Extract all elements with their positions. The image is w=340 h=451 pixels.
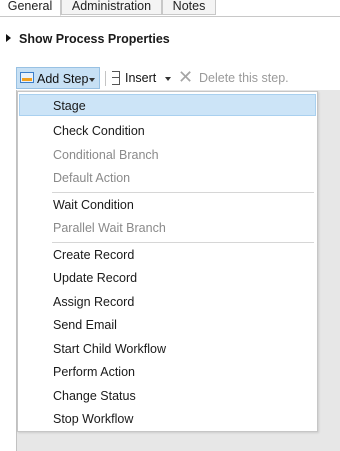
menu-item-change-status[interactable]: Change Status <box>19 385 316 407</box>
menu-item-wait-condition[interactable]: Wait Condition <box>19 194 316 216</box>
add-step-icon <box>20 72 34 83</box>
menu-item-stop-workflow[interactable]: Stop Workflow <box>19 408 316 430</box>
chevron-down-icon <box>89 78 95 82</box>
tab-bar: General Administration Notes <box>0 0 340 17</box>
chevron-down-icon <box>165 77 171 81</box>
tab-general[interactable]: General <box>0 0 61 16</box>
menu-item-send-email[interactable]: Send Email <box>19 314 316 336</box>
add-step-label: Add Step <box>37 72 89 86</box>
menu-item-stage[interactable]: Stage <box>19 94 316 116</box>
section-title: Show Process Properties <box>19 32 170 46</box>
menu-item-perform-action[interactable]: Perform Action <box>19 361 316 383</box>
menu-separator <box>52 192 314 193</box>
menu-item-assign-record[interactable]: Assign Record <box>19 291 316 313</box>
delete-step-label: Delete this step. <box>199 71 289 85</box>
insert-label: Insert <box>125 71 157 85</box>
delete-step-button[interactable]: ✕ Delete this step. <box>178 67 328 89</box>
insert-button[interactable]: Insert <box>111 67 177 89</box>
delete-x-icon: ✕ <box>178 67 194 87</box>
menu-item-update-record[interactable]: Update Record <box>19 267 316 289</box>
menu-item-parallel-wait-branch: Parallel Wait Branch <box>53 221 166 235</box>
menu-separator <box>52 242 314 243</box>
tab-notes[interactable]: Notes <box>162 0 216 15</box>
insert-icon <box>112 71 121 85</box>
show-process-properties-toggle[interactable]: Show Process Properties <box>6 31 170 47</box>
tab-administration[interactable]: Administration <box>61 0 162 15</box>
menu-item-default-action: Default Action <box>53 171 131 185</box>
menu-item-start-child-workflow[interactable]: Start Child Workflow <box>19 338 316 360</box>
menu-item-check-condition[interactable]: Check Condition <box>19 120 316 142</box>
menu-item-create-record[interactable]: Create Record <box>19 244 316 266</box>
step-toolbar: Add Step Insert ✕ Delete this step. <box>16 66 340 91</box>
toolbar-separator <box>105 71 106 86</box>
expand-triangle-icon <box>6 34 11 42</box>
menu-item-conditional-branch: Conditional Branch <box>53 148 159 162</box>
add-step-button[interactable]: Add Step <box>16 67 100 89</box>
add-step-menu: Stage Check Condition Conditional Branch… <box>17 91 318 432</box>
